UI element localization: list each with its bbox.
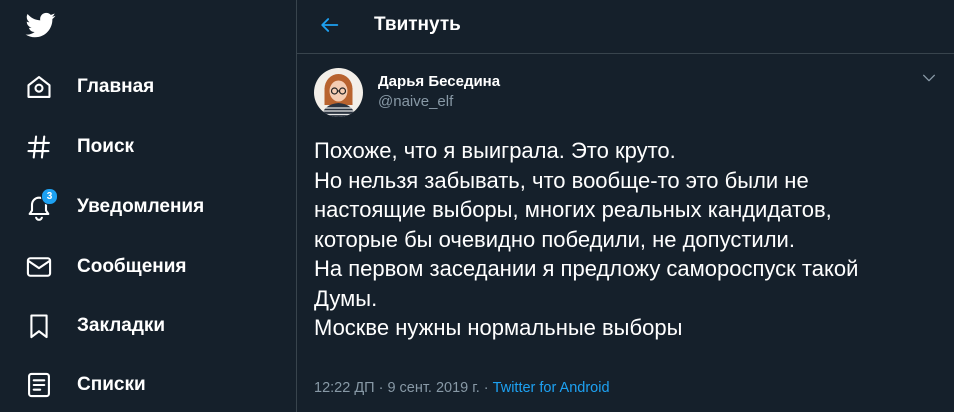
app-window: Главная Поиск 3 Уведомления Сообщения За… — [0, 0, 954, 412]
sidebar-item-label: Главная — [77, 76, 155, 97]
tweet-text-line: Москве нужны нормальные выборы — [314, 315, 683, 340]
tweet-text-line: Похоже, что я выиграла. Это круто. — [314, 138, 676, 163]
sidebar-item-label: Сообщения — [77, 256, 187, 277]
avatar[interactable] — [314, 68, 363, 117]
main-column: Твитнуть Дарья Беседина @naive_elf Похож… — [297, 0, 954, 412]
tweet-text: Похоже, что я выиграла. Это круто. Но не… — [314, 136, 946, 343]
list-icon — [24, 370, 54, 400]
back-button[interactable] — [315, 12, 345, 42]
tweet-text-line: настоящие выборы, многих реальных кандид… — [314, 197, 832, 222]
bell-icon: 3 — [24, 188, 58, 222]
page-title: Твитнуть — [374, 14, 461, 35]
tweet-text-line: На первом заседании я предложу самороспу… — [314, 256, 859, 281]
sidebar-item-home[interactable]: Главная — [24, 67, 154, 107]
twitter-bird-icon[interactable] — [24, 10, 58, 40]
sidebar-item-label: Поиск — [77, 136, 135, 157]
tweet-source-link[interactable]: Twitter for Android — [493, 380, 610, 396]
sidebar-item-label: Закладки — [77, 315, 166, 336]
arrow-left-icon — [319, 14, 341, 41]
sidebar-item-label: Уведомления — [77, 196, 205, 217]
tweet-text-line: Но нельзя забывать, что вообще-то это бы… — [314, 167, 809, 193]
tweet-menu-button[interactable] — [917, 70, 941, 90]
tweet-meta: 12:22 ДП · 9 сент. 2019 г. · Twitter for… — [314, 380, 610, 396]
tweet-text-line: Думы. — [314, 285, 378, 311]
sidebar-item-notifications[interactable]: 3 Уведомления — [24, 187, 204, 227]
author-handle[interactable]: @naive_elf — [378, 93, 453, 110]
envelope-icon — [24, 252, 54, 282]
tweet-timestamp[interactable]: 12:22 ДП · 9 сент. 2019 г. · — [314, 380, 493, 396]
sidebar-item-label: Списки — [77, 374, 146, 395]
author-name[interactable]: Дарья Беседина — [378, 73, 500, 90]
tweet-text-line: которые бы очевидно победили, не допусти… — [314, 226, 795, 252]
sidebar-item-bookmarks[interactable]: Закладки — [24, 306, 165, 346]
hashtag-icon — [24, 132, 54, 162]
chevron-down-icon — [921, 70, 937, 91]
page-header: Твитнуть — [297, 0, 954, 54]
sidebar-item-lists[interactable]: Списки — [24, 365, 146, 405]
home-icon — [24, 72, 54, 102]
sidebar: Главная Поиск 3 Уведомления Сообщения За… — [0, 0, 296, 412]
sidebar-item-search[interactable]: Поиск — [24, 127, 134, 167]
sidebar-item-messages[interactable]: Сообщения — [24, 247, 187, 287]
notification-badge: 3 — [41, 188, 58, 205]
bookmark-icon — [24, 311, 54, 341]
